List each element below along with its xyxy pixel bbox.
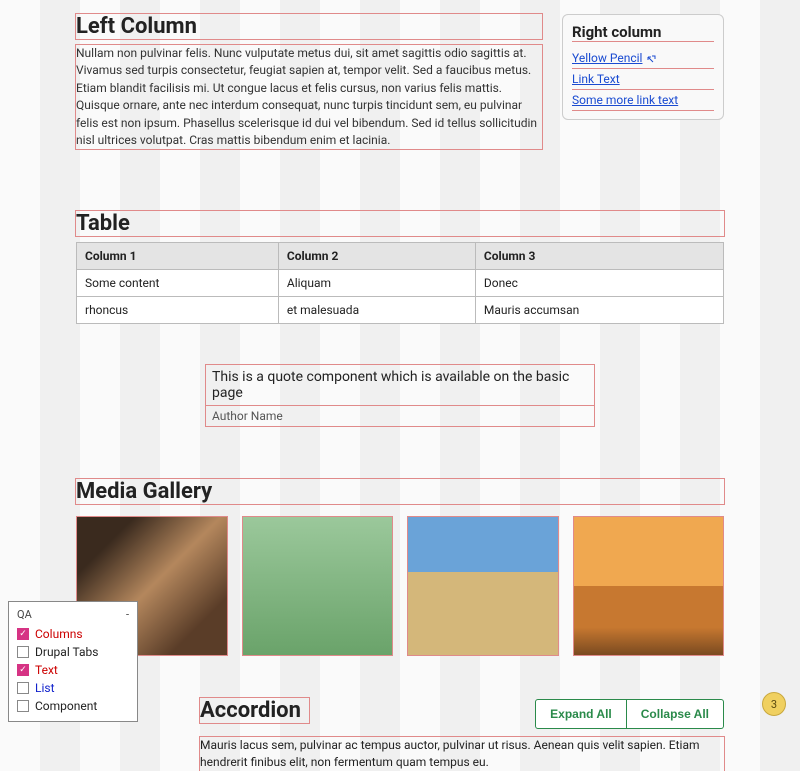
- qa-item-label: Text: [35, 663, 58, 677]
- accordion-heading: Accordion: [200, 698, 309, 723]
- quote-author: Author Name: [205, 406, 595, 427]
- checkbox-icon: ✓: [17, 664, 29, 676]
- checkbox-icon: [17, 646, 29, 658]
- checkbox-icon: [17, 700, 29, 712]
- left-column: Left Column Nullam non pulvinar felis. N…: [76, 14, 542, 149]
- table-heading: Table: [76, 211, 724, 236]
- qa-item-label: Drupal Tabs: [35, 645, 98, 659]
- table-header: Column 3: [475, 243, 723, 270]
- right-link-yellow-pencil[interactable]: Yellow Pencil: [572, 48, 714, 69]
- accordion-body: Mauris lacus sem, pulvinar ac tempus auc…: [200, 737, 724, 771]
- qa-item-label: Columns: [35, 627, 83, 641]
- table-row: rhoncus et malesuada Mauris accumsan: [77, 297, 724, 324]
- collapse-all-button[interactable]: Collapse All: [627, 699, 724, 729]
- left-column-body: Nullam non pulvinar felis. Nunc vulputat…: [76, 45, 542, 149]
- expand-all-button[interactable]: Expand All: [535, 699, 627, 729]
- notification-badge[interactable]: 3: [762, 692, 786, 716]
- right-link-2[interactable]: Link Text: [572, 69, 714, 90]
- right-column: Right column Yellow Pencil Link Text Som…: [562, 14, 724, 120]
- gallery-image[interactable]: [407, 516, 559, 656]
- table-header: Column 1: [77, 243, 279, 270]
- table-row: Some content Aliquam Donec: [77, 270, 724, 297]
- data-table: Column 1 Column 2 Column 3 Some content …: [76, 242, 724, 324]
- qa-item[interactable]: List: [17, 679, 129, 697]
- media-gallery-section: Media Gallery: [76, 479, 724, 656]
- left-column-heading: Left Column: [76, 14, 542, 39]
- media-gallery-heading: Media Gallery: [76, 479, 724, 504]
- right-link-3[interactable]: Some more link text: [572, 90, 714, 111]
- qa-item-label: List: [35, 681, 55, 695]
- qa-panel[interactable]: QA - ✓ Columns Drupal Tabs ✓ Text List Componen…: [8, 601, 138, 722]
- quote-text: This is a quote component which is avail…: [205, 364, 595, 406]
- external-link-icon: [646, 54, 656, 64]
- qa-item[interactable]: ✓ Columns: [17, 625, 129, 643]
- qa-item[interactable]: Drupal Tabs: [17, 643, 129, 661]
- qa-item[interactable]: Component: [17, 697, 129, 715]
- qa-item[interactable]: ✓ Text: [17, 661, 129, 679]
- table-section: Table Column 1 Column 2 Column 3 Some co…: [76, 211, 724, 324]
- qa-panel-collapse-icon[interactable]: -: [126, 608, 129, 621]
- checkbox-icon: [17, 682, 29, 694]
- checkbox-icon: ✓: [17, 628, 29, 640]
- table-header: Column 2: [278, 243, 475, 270]
- right-column-heading: Right column: [572, 23, 714, 42]
- quote-component: This is a quote component which is avail…: [205, 364, 595, 427]
- gallery-image[interactable]: [573, 516, 725, 656]
- gallery-image[interactable]: [242, 516, 394, 656]
- qa-item-label: Component: [35, 699, 97, 713]
- accordion-section: Accordion Expand All Collapse All Mauris…: [76, 698, 724, 771]
- qa-panel-title: QA: [17, 608, 32, 621]
